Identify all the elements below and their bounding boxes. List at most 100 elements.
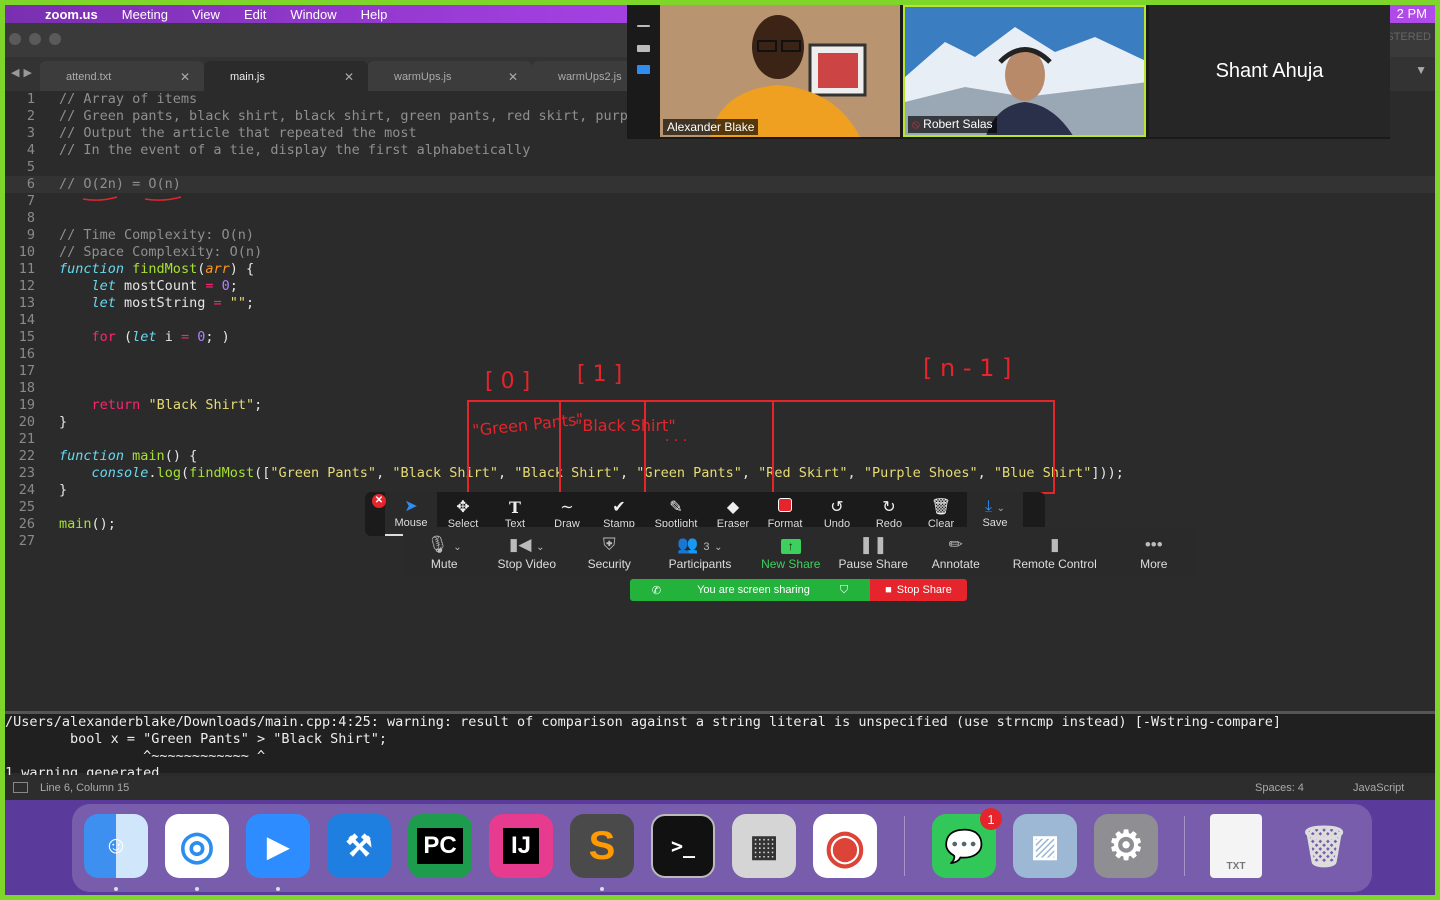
code-string: "Black Shirt" [392,465,498,481]
line-number: 24 [18,482,35,498]
panel-toggle-icon[interactable] [13,782,28,793]
indentation-setting[interactable]: Spaces: 4 [1255,782,1304,794]
tab-warmups-js[interactable]: warmUps.js ✕ [368,61,532,91]
notification-badge: 1 [980,808,1002,830]
close-annotation-toolbar-button[interactable]: ✕ [372,494,386,508]
minimize-icon[interactable] [637,25,650,27]
participant-video-robert[interactable]: ⦸ Robert Salas [903,5,1146,137]
desktop-wallpaper: ☺ ◎ ▶ ⚒ PC IJ S >_ ▦ ◉ 💬 1 ▨ ⚙ TXT 🗑 [5,800,1435,895]
sublime-text-icon[interactable]: S [570,814,634,878]
new-share-button[interactable]: ↑ New Share [750,527,833,577]
code-op: = [213,295,222,311]
color-swatch-icon [778,498,792,518]
dock-separator [904,816,905,876]
file-type-label: TXT [1226,861,1246,872]
minimize-window-button[interactable] [29,33,41,45]
menu-app-name[interactable]: zoom.us [45,7,98,22]
code-string: "Blue Shirt" [993,465,1092,481]
line-number: 7 [26,193,35,209]
code-string: "Green Pants" [270,465,377,481]
line-number: 11 [18,261,35,277]
code-comment: // Output the article that repeated the … [59,125,417,141]
code-keyword: for [91,329,116,345]
remote-control-button[interactable]: ▮ Remote Control [997,527,1113,577]
stop-share-button[interactable]: ■ Stop Share [870,579,967,601]
annotate-button[interactable]: ✏ Annotate [915,527,998,577]
tab-attend-txt[interactable]: attend.txt ✕ [40,61,204,91]
close-window-button[interactable] [9,33,21,45]
stop-video-button[interactable]: ▮◀ ⌄ Stop Video [486,527,569,577]
gallery-view-icon[interactable] [637,65,650,74]
meeting-controls-bar: 🎙 ⌄ Mute ▮◀ ⌄ Stop Video ⛨ Security 👥 3 ⌄ Pa… [403,527,1195,577]
view-icon[interactable] [637,45,650,52]
code-keyword: let [91,295,116,311]
code-var: mostCount [124,278,198,294]
safari-icon[interactable]: ◎ [165,814,229,878]
zoom-icon[interactable]: ▶ [246,814,310,878]
intellij-icon[interactable]: IJ [489,814,553,878]
code-function-name: main [59,516,92,532]
line-number: 18 [18,380,35,396]
line-number: 27 [18,533,35,549]
menu-meeting[interactable]: Meeting [122,7,168,22]
sharing-indicator[interactable]: ✆ You are screen sharing ⛉ [630,579,870,601]
more-button[interactable]: ••• More [1113,527,1196,577]
code-line-current: 6 // O(2n) = O(n) [5,176,1435,193]
code-keyword: return [91,397,141,413]
participants-count: 3 [703,541,710,553]
code-editor[interactable]: 1 // Array of items 2 // Green pants, blac… [5,91,1435,711]
pause-share-button[interactable]: ❚❚ Pause Share [832,527,915,577]
menu-edit[interactable]: Edit [244,7,266,22]
close-icon[interactable]: ✕ [508,70,518,84]
xcode-icon[interactable]: ⚒ [327,814,391,878]
calculator-icon[interactable]: ▦ [732,814,796,878]
code-line: 13 let mostString = ""; [5,295,1435,312]
trash-icon: 🗑 [930,499,952,516]
finder-icon[interactable]: ☺ [84,814,148,878]
control-label: Mute [430,557,458,571]
terminal-icon[interactable]: >_ [651,814,715,878]
line-number: 14 [18,312,35,328]
system-preferences-icon[interactable]: ⚙ [1094,814,1158,878]
menu-clock[interactable]: 2 PM [1397,6,1427,21]
control-label: New Share [761,557,821,571]
code-number: 0 [197,329,206,345]
tab-label: warmUps.js [394,71,452,83]
microphone-icon: 🎙 ⌄ [426,535,462,554]
menu-help[interactable]: Help [361,7,388,22]
code-line: 18 [5,380,1435,397]
control-label: Annotate [931,557,980,571]
messages-icon[interactable]: 💬 1 [932,808,1002,878]
menu-view[interactable]: View [192,7,220,22]
cursor-icon: ➤ [404,498,418,515]
dock-separator [1184,816,1185,876]
tab-label: warmUps2.js [558,71,622,83]
participant-video-alexander[interactable]: Alexander Blake [660,5,900,137]
code-line: 16 [5,346,1435,363]
participants-button[interactable]: 👥 3 ⌄ Participants [651,527,750,577]
mute-button[interactable]: 🎙 ⌄ Mute [403,527,486,577]
close-icon[interactable]: ✕ [344,70,354,84]
pycharm-icon[interactable]: PC [408,814,472,878]
menu-window[interactable]: Window [290,7,336,22]
code-line: 19 return "Black Shirt"; [5,397,1435,414]
chrome-icon[interactable]: ◉ [813,814,877,878]
code-string: "" [229,295,247,311]
code-object: console [91,465,149,481]
zoom-window-button[interactable] [49,33,61,45]
participant-tile-shant[interactable]: Shant Ahuja [1149,5,1390,137]
text-file-icon[interactable]: TXT [1210,814,1262,878]
syntax-language[interactable]: JavaScript [1353,782,1404,794]
chevron-down-icon[interactable]: ▼ [1415,63,1427,77]
shield-icon: ⛨ [602,535,616,554]
control-label: More [1140,557,1168,571]
tab-nav-arrows-icon[interactable]: ◀▶ [11,66,36,79]
tab-label: attend.txt [66,71,112,83]
preview-icon[interactable]: ▨ [1013,814,1077,878]
tab-main-js[interactable]: main.js ✕ [204,61,368,91]
code-op: = [180,329,190,345]
security-button[interactable]: ⛨ Security [568,527,651,577]
trash-icon[interactable]: 🗑 [1292,814,1356,878]
code-string: "Red Skirt" [758,465,848,481]
close-icon[interactable]: ✕ [180,70,190,84]
